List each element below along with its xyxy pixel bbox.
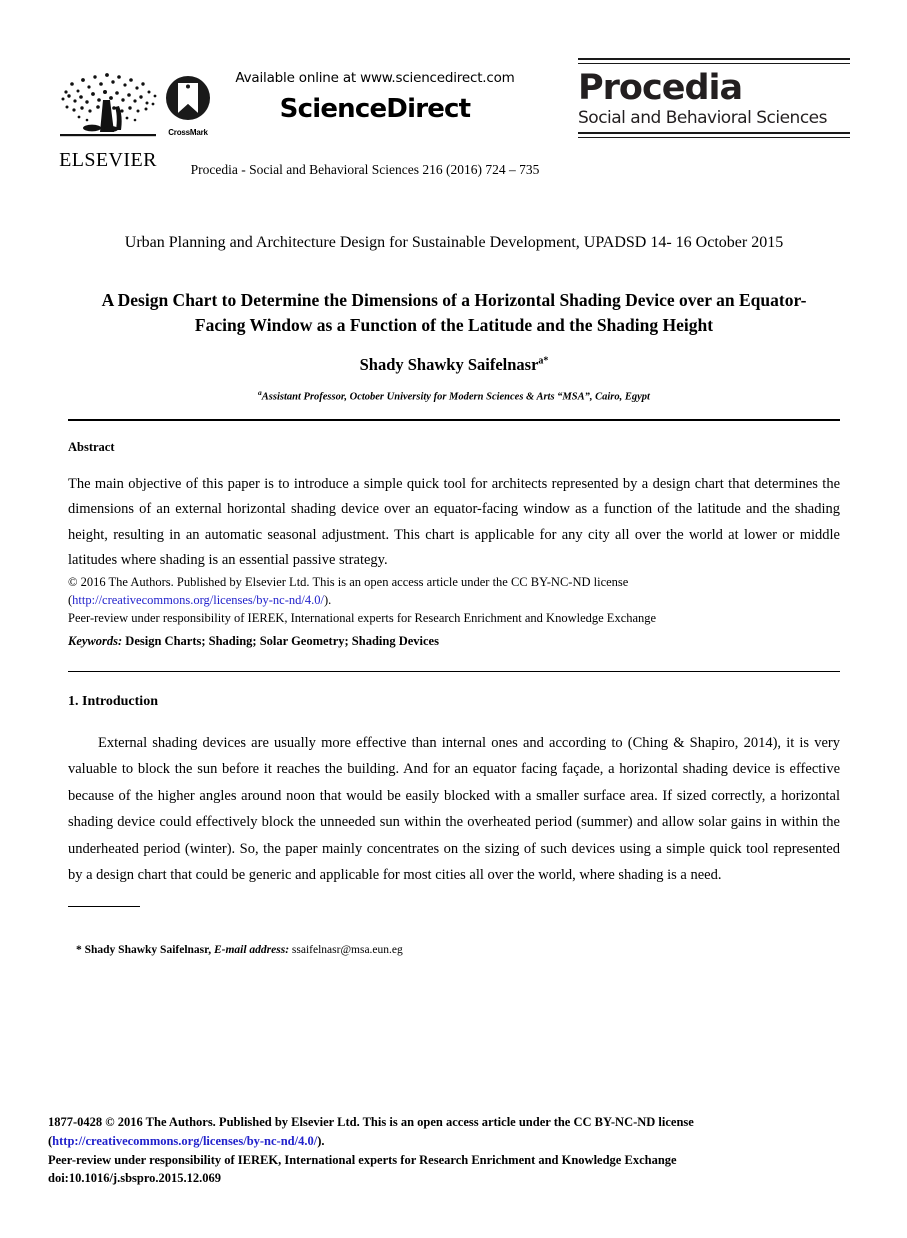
procedia-title: Procedia xyxy=(578,68,743,108)
keywords-line: Keywords: Design Charts; Shading; Solar … xyxy=(68,634,840,649)
license-block: © 2016 The Authors. Published by Elsevie… xyxy=(68,573,840,627)
paper-page: ELSEVIER CrossMark Available online at w… xyxy=(0,0,907,1238)
author-footnote: * Shady Shawky Saifelnasr, E-mail addres… xyxy=(76,944,776,956)
footer-line-2: (http://creativecommons.org/licenses/by-… xyxy=(48,1132,848,1151)
abstract-heading: Abstract xyxy=(68,440,115,454)
footer-doi[interactable]: doi:10.1016/j.sbspro.2015.12.069 xyxy=(48,1169,848,1188)
footer-line-1: 1877-0428 © 2016 The Authors. Published … xyxy=(48,1115,694,1129)
introduction-paragraph: External shading devices are usually mor… xyxy=(68,735,840,883)
footnote-divider xyxy=(68,906,140,907)
license-line-1: © 2016 The Authors. Published by Elsevie… xyxy=(68,575,629,589)
procedia-rule-bottom xyxy=(578,132,850,139)
license-line-2: (http://creativecommons.org/licenses/by-… xyxy=(68,591,840,609)
journal-reference: Procedia - Social and Behavioral Science… xyxy=(190,162,540,177)
author-name-text: Shady Shawky Saifelnasr xyxy=(359,355,539,374)
abstract-text: The main objective of this paper is to i… xyxy=(68,476,840,569)
footnote-email[interactable]: ssaifelnasr@msa.eun.eg xyxy=(292,944,403,956)
license-url[interactable]: http://creativecommons.org/licenses/by-n… xyxy=(72,593,324,607)
conference-line: Urban Planning and Architecture Design f… xyxy=(124,234,784,251)
footer-url[interactable]: http://creativecommons.org/licenses/by-n… xyxy=(52,1134,317,1148)
keywords-values: Design Charts; Shading; Solar Geometry; … xyxy=(125,634,439,648)
affiliation-text: Assistant Professor, October University … xyxy=(261,391,650,403)
procedia-logo: Procedia Social and Behavioral Sciences xyxy=(578,58,850,139)
procedia-subtitle: Social and Behavioral Sciences xyxy=(578,107,827,128)
sciencedirect-wordmark: ScienceDirect xyxy=(279,94,471,124)
author-affiliation-marker: a* xyxy=(538,355,549,367)
license-paren-close: ). xyxy=(323,593,332,608)
available-online-text: Available online at www.sciencedirect.co… xyxy=(235,70,515,86)
elsevier-logo: ELSEVIER xyxy=(56,66,160,170)
license-line-3: Peer-review under responsibility of IERE… xyxy=(68,611,657,626)
divider-above-introduction xyxy=(68,671,840,672)
footnote-name: Shady Shawky Saifelnasr, xyxy=(84,944,212,956)
procedia-rule-top xyxy=(578,58,850,64)
author-name: Shady Shawky Saifelnasra* xyxy=(80,355,828,375)
section-heading-introduction: 1. Introduction xyxy=(68,694,158,709)
footnote-email-label: E-mail address: xyxy=(213,944,290,956)
divider-above-abstract xyxy=(68,419,840,421)
page-title: A Design Chart to Determine the Dimensio… xyxy=(101,290,807,336)
footnote-marker: * xyxy=(76,944,82,956)
author-affiliation: aAssistant Professor, October University… xyxy=(80,388,828,403)
elsevier-tree-icon xyxy=(60,73,157,137)
keywords-label: Keywords: xyxy=(68,634,123,648)
footer-line-3: Peer-review under responsibility of IERE… xyxy=(48,1152,677,1167)
footer-paren-close: ). xyxy=(317,1133,325,1148)
elsevier-wordmark: ELSEVIER xyxy=(59,149,157,171)
sciencedirect-logo[interactable]: Available online at www.sciencedirect.co… xyxy=(200,70,550,124)
crossmark-label: CrossMark xyxy=(168,128,208,137)
page-footer: 1877-0428 © 2016 The Authors. Published … xyxy=(48,1113,848,1188)
